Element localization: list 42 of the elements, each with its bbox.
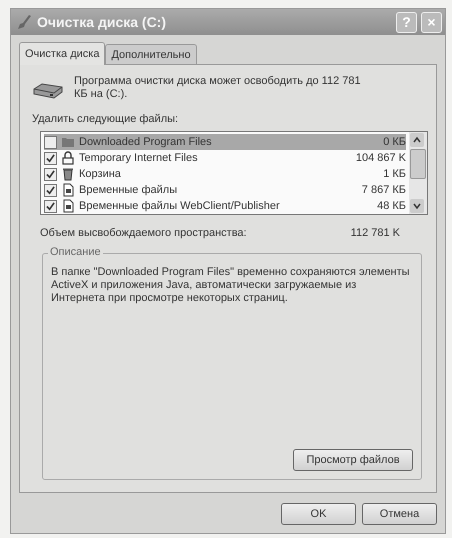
cancel-button[interactable]: Отмена	[362, 503, 437, 525]
drive-icon	[32, 81, 64, 101]
checkbox[interactable]	[44, 200, 57, 212]
file-name: Корзина	[79, 168, 122, 180]
scrollbar[interactable]	[409, 132, 427, 214]
window-title: Очистка диска (C:)	[37, 14, 168, 30]
file-size: 0 КБ	[383, 136, 406, 148]
file-name: Временные файлы	[79, 184, 178, 196]
file-row[interactable]: Temporary Internet Files 104 867 K	[44, 150, 406, 166]
file-row[interactable]: Downloaded Program Files 0 КБ	[44, 134, 406, 150]
checkbox[interactable]	[44, 184, 57, 196]
view-files-button[interactable]: Просмотр файлов	[293, 449, 413, 471]
file-row[interactable]: Временные файлы WebClient/Publisher 48 КБ	[44, 198, 406, 214]
scroll-up-icon[interactable]	[410, 133, 424, 147]
description-text: В папке "Downloaded Program Files" временно сохраняются элементы ActiveX и приложения Java, автоматически загружаемые из Интернета при просмотре некоторых страниц.	[51, 266, 411, 305]
list-label: Удалить следующие файлы:	[32, 113, 180, 125]
folder-icon	[61, 135, 75, 149]
intro-text: Программа очистки диска может освободить до 112 781 КБ на (C:).	[74, 75, 362, 101]
scroll-down-icon[interactable]	[410, 199, 424, 213]
checkbox[interactable]	[44, 168, 57, 180]
checkbox[interactable]	[44, 152, 57, 164]
tab[interactable]: Очистка диска	[19, 42, 106, 65]
file-size: 1 КБ	[383, 168, 406, 180]
broom-icon	[17, 14, 33, 30]
checkbox[interactable]	[44, 136, 57, 148]
file-row[interactable]: Временные файлы 7 867 КБ	[44, 182, 406, 198]
scroll-thumb[interactable]	[410, 149, 426, 179]
total-value: 112 781 K	[350, 227, 400, 239]
lock-icon	[61, 151, 75, 165]
total-label: Объем высвобождаемого пространства:	[40, 227, 247, 239]
file-name: Downloaded Program Files	[79, 136, 213, 148]
file-size: 48 КБ	[377, 200, 406, 212]
group-title: Описание	[48, 246, 103, 258]
file-size: 7 867 КБ	[362, 184, 406, 196]
file-name: Temporary Internet Files	[79, 152, 199, 164]
ok-button[interactable]: OK	[281, 503, 356, 525]
file-icon	[61, 183, 75, 197]
recycle-bin-icon	[61, 167, 75, 181]
file-row[interactable]: Корзина 1 КБ	[44, 166, 406, 182]
file-size: 104 867 K	[356, 152, 406, 164]
tab[interactable]: Дополнительно	[105, 44, 197, 64]
file-name: Временные файлы WebClient/Publisher	[79, 200, 281, 212]
